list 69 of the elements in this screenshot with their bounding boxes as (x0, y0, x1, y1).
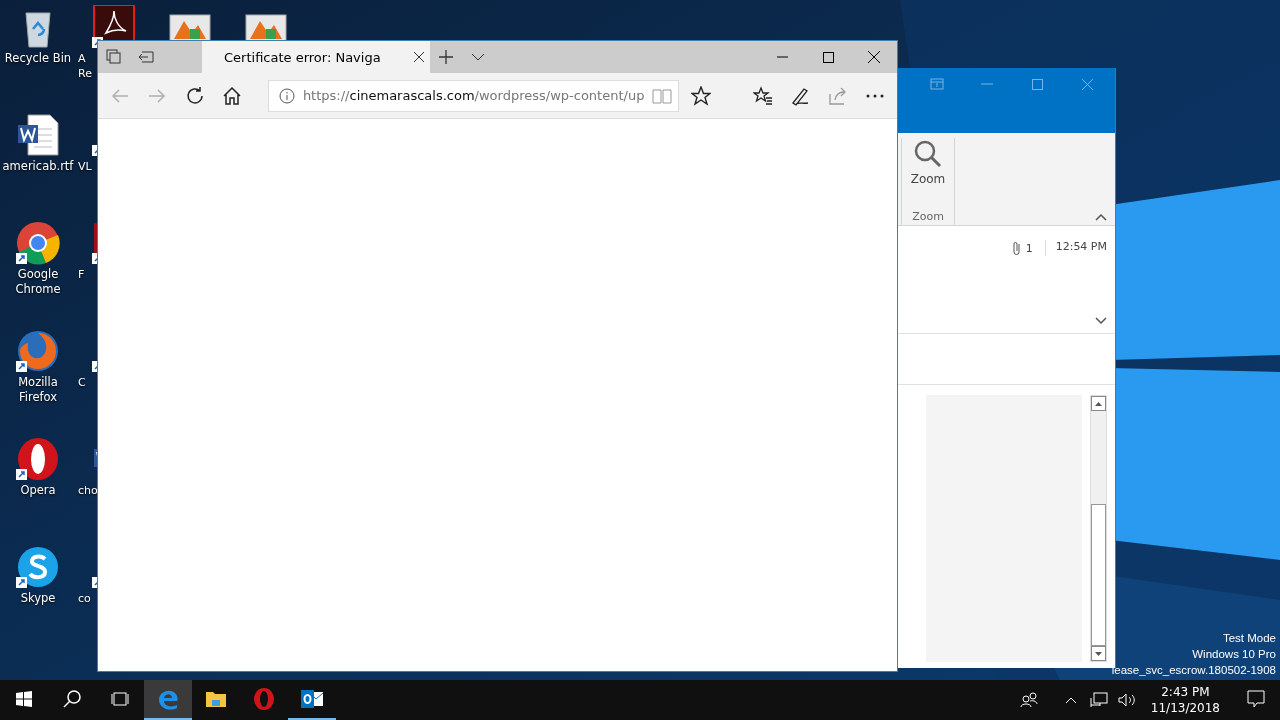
task-view-icon (110, 691, 130, 707)
icon-label: Mozilla (18, 375, 58, 390)
icon-label: VL (77, 159, 92, 174)
plus-icon (439, 50, 453, 64)
attachment-count: 1 (1011, 240, 1046, 256)
opera-icon (16, 437, 60, 481)
scroll-down-button[interactable] (1091, 646, 1106, 661)
paperclip-icon (1011, 240, 1022, 256)
ribbon-group-label: Zoom (912, 210, 944, 223)
icon-label: A (77, 51, 86, 66)
book-icon (652, 87, 673, 104)
zoom-button[interactable]: Zoom (906, 138, 950, 188)
info-icon (278, 87, 295, 104)
browser-tab[interactable]: Certificate error: Naviga (202, 41, 430, 73)
chevron-down-icon (471, 53, 485, 61)
icon-label: americab.rtf (2, 159, 74, 174)
icon-label: Opera (20, 483, 56, 498)
message-time: 12:54 PM (1055, 240, 1107, 253)
icon-label: Recycle Bin (4, 51, 72, 66)
icon-label: C (77, 375, 86, 390)
collapse-caret-icon[interactable] (1095, 213, 1107, 221)
ribbon-display-icon (930, 78, 944, 90)
minimize-icon (776, 56, 788, 58)
up-triangle-icon (1095, 401, 1102, 406)
chrome-icon (16, 221, 60, 265)
word-document-icon (16, 113, 60, 157)
star-icon (691, 85, 712, 106)
skype-icon (16, 545, 60, 589)
icon-label: Re (77, 66, 92, 81)
expand-chevron-icon[interactable] (1095, 317, 1107, 325)
caret-up-icon (1064, 696, 1077, 704)
scrollbar[interactable] (1090, 395, 1107, 662)
close-icon (868, 51, 880, 63)
home-icon (222, 85, 243, 106)
icon-label: Skype (20, 591, 56, 606)
tabs-icon (106, 49, 122, 65)
minimize-icon (981, 83, 993, 85)
close-icon (414, 52, 424, 62)
star-list-icon (752, 85, 773, 106)
network-icon (1089, 692, 1108, 708)
maximize-icon (822, 51, 834, 63)
clock[interactable]: 2:43 PM 11/13/2018 (1142, 684, 1228, 716)
address-field[interactable]: https://cinemarascals.com/wordpress/wp-content/up (267, 79, 680, 112)
opera-icon (252, 687, 276, 711)
search-icon (63, 690, 81, 708)
windows-logo-icon (16, 691, 32, 707)
down-triangle-icon (1095, 651, 1102, 656)
outlook-icon (300, 687, 324, 711)
close-icon (1081, 78, 1093, 90)
people-icon (1019, 692, 1038, 708)
icon-label: cho (77, 483, 98, 498)
watermark-text: Windows 10 Pro (1192, 647, 1276, 662)
watermark-text: Test Mode (1222, 631, 1276, 646)
icon-label: Google (17, 267, 59, 282)
watermark-text: lease_svc_escrow.180502-1908 (1111, 663, 1276, 678)
icon-label: co (77, 591, 91, 606)
more-icon (865, 93, 886, 98)
scroll-up-button[interactable] (1091, 396, 1106, 411)
maximize-icon (1031, 78, 1043, 90)
speaker-icon (1117, 692, 1136, 708)
icon-label: F (77, 267, 85, 282)
share-icon (827, 85, 848, 106)
set-aside-icon (138, 50, 154, 64)
icon-label: Chrome (15, 282, 61, 297)
notification-icon (1247, 690, 1265, 708)
firefox-icon (16, 329, 60, 373)
search-icon (914, 140, 942, 168)
refresh-icon (184, 85, 205, 106)
icon-label: Firefox (18, 390, 58, 405)
